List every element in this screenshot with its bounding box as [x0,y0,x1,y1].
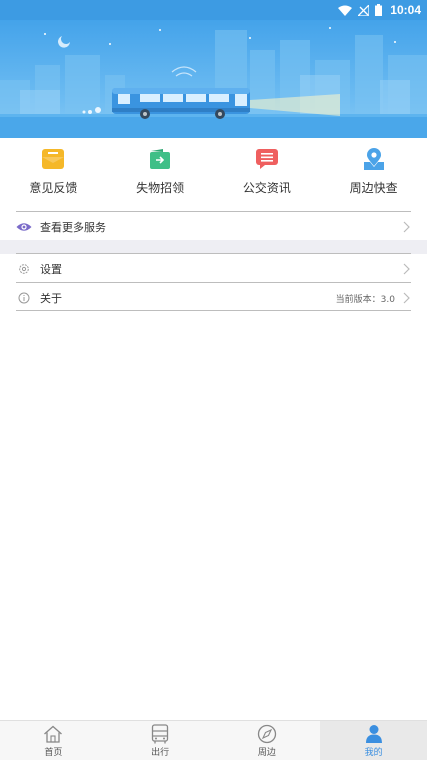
signal-icon [358,4,370,16]
eye-icon [16,219,32,235]
status-time: 10:04 [390,3,421,17]
tab-mine[interactable]: 我的 [320,721,427,760]
quick-menu: 意见反馈 失物招领 公交资讯 周边快查 [0,146,427,202]
quick-label-feedback: 意见反馈 [29,181,78,195]
version-text: 当前版本：3.0 [335,294,395,305]
divider [16,211,411,212]
battery-icon [375,4,383,16]
settings-label: 设置 [40,263,62,276]
wifi-icon [338,5,353,16]
section-gap [0,240,427,254]
about-label: 关于 [40,292,62,305]
quick-label-bus-news: 公交资讯 [242,181,291,195]
tab-home[interactable]: 首页 [0,721,107,760]
bus-illustration [0,27,427,138]
bus-icon [149,723,171,744]
feedback-icon [40,146,66,172]
home-icon [42,724,64,744]
gear-icon [16,261,32,277]
divider [16,282,411,283]
more-services-label: 查看更多服务 [40,221,106,234]
quick-item-nearby[interactable]: 周边快查 [320,146,427,202]
header-banner [0,20,427,138]
divider [16,253,411,254]
quick-label-nearby: 周边快查 [349,181,398,195]
lost-found-icon [147,146,173,172]
info-icon [16,290,32,306]
quick-item-bus-news[interactable]: 公交资讯 [214,146,321,202]
user-icon [363,724,385,744]
status-bar: 10:04 [0,0,427,20]
chevron-right-icon [403,263,411,275]
compass-icon [256,724,278,744]
tab-label-home: 首页 [44,747,63,758]
quick-item-lost-found[interactable]: 失物招领 [107,146,214,202]
about-row[interactable]: 关于 当前版本：3.0 [16,284,411,312]
bottom-tab-bar: 首页 出行 周边 我的 [0,720,427,760]
tab-nearby[interactable]: 周边 [214,721,321,760]
divider [16,310,411,311]
settings-row[interactable]: 设置 [16,255,411,283]
tab-travel[interactable]: 出行 [107,721,214,760]
chevron-right-icon [403,292,411,304]
quick-item-feedback[interactable]: 意见反馈 [0,146,107,202]
chevron-right-icon [403,221,411,233]
location-icon [361,146,387,172]
more-services-row[interactable]: 查看更多服务 [16,213,411,241]
quick-label-lost-found: 失物招领 [136,181,185,195]
tab-label-nearby: 周边 [257,747,276,758]
news-icon [254,146,280,172]
tab-label-travel: 出行 [151,747,170,758]
tab-label-mine: 我的 [364,747,383,758]
